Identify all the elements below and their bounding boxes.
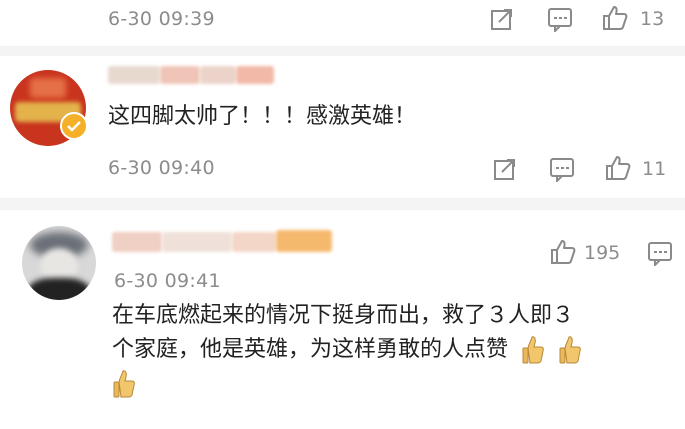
- like-count: 11: [642, 158, 667, 180]
- share-icon[interactable]: [489, 6, 515, 32]
- share-icon[interactable]: [492, 156, 518, 182]
- comment-text: 在车底燃起来的情况下挺身而出，救了３人即３ 个家庭，他是英雄，为这样勇敢的人点赞: [112, 299, 672, 401]
- divider: [0, 198, 685, 210]
- thumbs-up-icon[interactable]: [549, 238, 577, 266]
- comment-timestamp: 6-30 09:40: [108, 157, 215, 179]
- verified-badge-icon: [60, 112, 88, 140]
- comment-timestamp: 6-30 09:39: [108, 8, 215, 30]
- comment-icon[interactable]: [548, 156, 576, 182]
- comment-icon[interactable]: [546, 6, 574, 32]
- comment-text-line: 个家庭，他是英雄，为这样勇敢的人点赞: [112, 333, 672, 367]
- like-count: 195: [584, 242, 621, 264]
- avatar[interactable]: [22, 226, 96, 300]
- comment-text: 这四脚太帅了！！！感激英雄！: [108, 104, 417, 129]
- divider: [0, 46, 685, 56]
- thumbs-up-icon[interactable]: [604, 154, 632, 182]
- thumbs-up-icon[interactable]: [601, 4, 629, 32]
- thumbs-up-emoji: [558, 335, 584, 365]
- thumbs-up-emoji: [521, 335, 547, 365]
- thumbs-up-emoji: [112, 369, 138, 399]
- comment-text-line: 在车底燃起来的情况下挺身而出，救了３人即３: [112, 303, 575, 328]
- comment-timestamp: 6-30 09:41: [114, 270, 221, 292]
- like-count: 13: [640, 8, 665, 30]
- comment-text-line: [112, 367, 672, 401]
- comment-icon[interactable]: [646, 240, 674, 266]
